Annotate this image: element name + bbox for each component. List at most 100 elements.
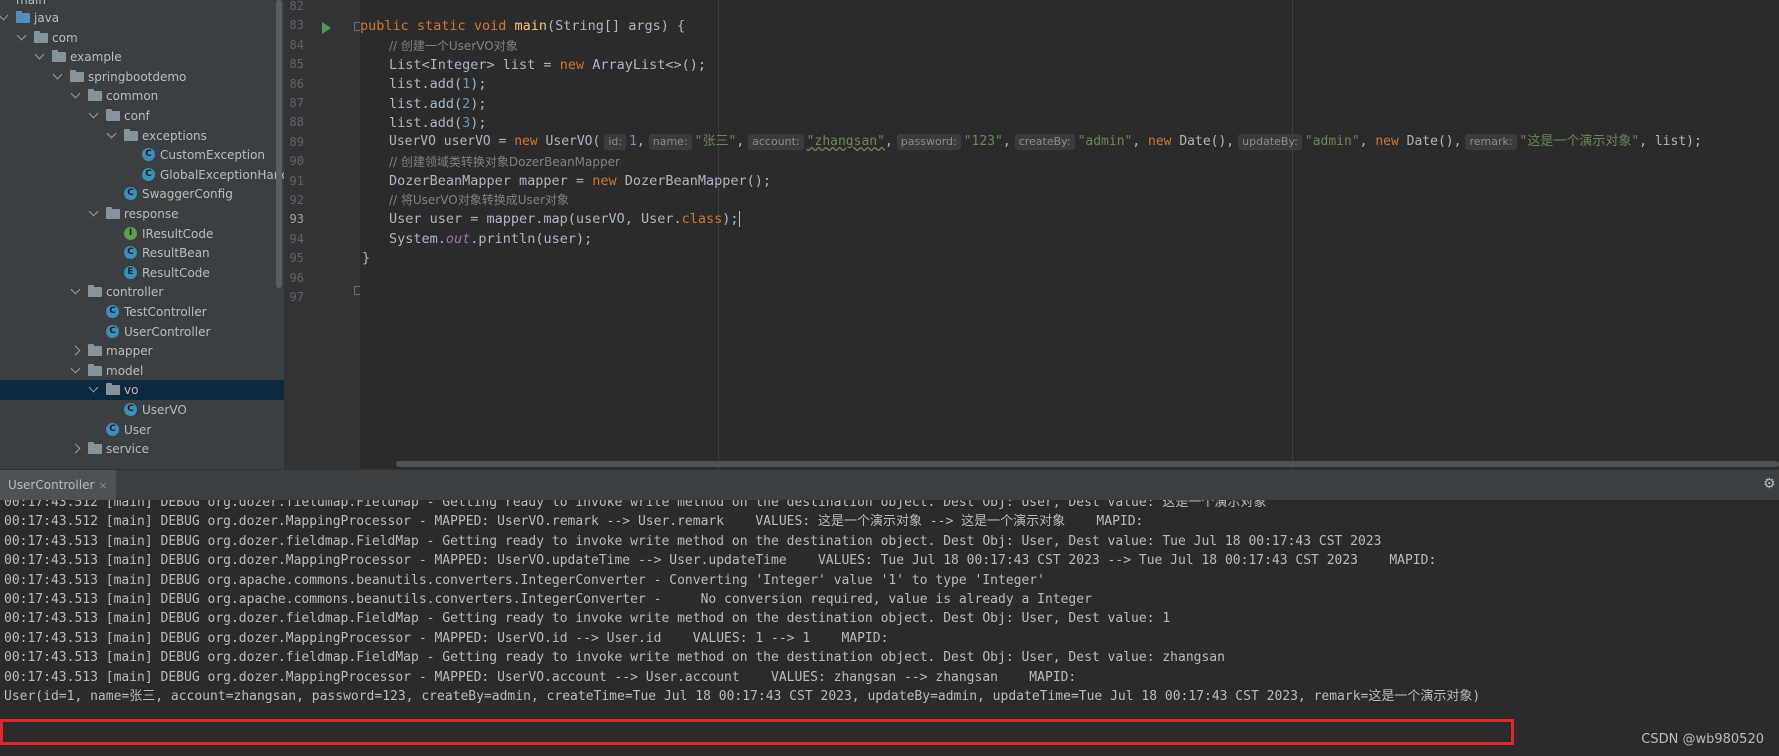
folder-icon bbox=[88, 89, 102, 102]
param-hint: createBy: bbox=[1014, 134, 1075, 150]
class-icon: C bbox=[124, 246, 137, 260]
project-tree[interactable]: main java com example springbootdemo common c… bbox=[0, 0, 284, 469]
keyword: void bbox=[473, 18, 515, 34]
close-icon[interactable]: × bbox=[98, 479, 107, 492]
comment: // 创建一个UserVO对象 bbox=[389, 39, 518, 53]
tree-item-testcontroller[interactable]: C TestController bbox=[0, 302, 284, 322]
number: 1 bbox=[629, 134, 637, 149]
tree-item-resultcode[interactable]: E ResultCode bbox=[0, 263, 284, 283]
code-text: } bbox=[362, 250, 371, 266]
gear-icon[interactable]: ⚙ bbox=[1763, 477, 1777, 491]
keyword: new bbox=[559, 57, 593, 73]
code-editor[interactable]: public static void main(String[] args) {… bbox=[360, 0, 1779, 469]
folder-icon bbox=[34, 30, 48, 43]
tree-item-label: model bbox=[106, 363, 144, 378]
code-line-93[interactable]: User user = mapper.map(userVO, User.clas… bbox=[389, 208, 740, 230]
code-text: System. bbox=[389, 231, 446, 247]
tree-item-vo[interactable]: vo bbox=[0, 380, 284, 401]
code-text: Date(), bbox=[1179, 134, 1235, 149]
tree-item-conf[interactable]: conf bbox=[0, 106, 284, 126]
chevron-down-icon[interactable] bbox=[70, 363, 81, 374]
chevron-down-icon[interactable] bbox=[70, 88, 81, 99]
tree-item-customexception[interactable]: C CustomException bbox=[0, 145, 284, 165]
run-console-output[interactable]: 00:17:43.512 [main] DEBUG org.dozer.fiel… bbox=[0, 500, 1779, 756]
tree-item-java[interactable]: java bbox=[0, 8, 284, 28]
run-tab-label: UserController bbox=[8, 478, 95, 492]
chevron-down-icon[interactable] bbox=[106, 128, 117, 139]
tree-item-uservo[interactable]: C UserVO bbox=[0, 400, 284, 420]
code-text: UserVO userVO = bbox=[389, 134, 515, 149]
class-icon: C bbox=[142, 167, 155, 181]
code-line-89[interactable]: UserVO userVO = new UserVO(id: 1, name: "张三… bbox=[389, 131, 1702, 153]
static-field: out bbox=[445, 231, 471, 247]
tree-item-user[interactable]: C User bbox=[0, 420, 284, 440]
code-line-94[interactable]: System.out.println(user); bbox=[389, 228, 592, 250]
code-line-95[interactable]: } bbox=[362, 247, 370, 269]
string: "这是一个演示对象" bbox=[1519, 134, 1640, 149]
class-icon: C bbox=[106, 305, 119, 318]
folder-icon bbox=[106, 207, 120, 219]
tree-item-resultbean[interactable]: C ResultBean bbox=[0, 243, 284, 263]
chevron-down-icon[interactable] bbox=[52, 69, 63, 80]
editor-horizontal-scrollbar[interactable] bbox=[396, 461, 1779, 467]
code-text: list.add( bbox=[389, 115, 463, 131]
tree-item-label: example bbox=[70, 50, 122, 65]
tree-item-model[interactable]: model bbox=[0, 361, 284, 381]
tree-item-controller[interactable]: controller bbox=[0, 282, 284, 302]
chevron-down-icon[interactable] bbox=[88, 382, 99, 393]
chevron-down-icon[interactable] bbox=[88, 206, 99, 217]
code-text: ); bbox=[470, 96, 487, 112]
tree-item-com[interactable]: com bbox=[0, 28, 284, 48]
tree-item-service[interactable]: service bbox=[0, 439, 284, 459]
code-line-86[interactable]: list.add(1); bbox=[389, 73, 487, 95]
tree-item-springbootdemo[interactable]: springbootdemo bbox=[0, 67, 284, 87]
tree-item-label: UserVO bbox=[142, 403, 187, 417]
keyword: static bbox=[416, 18, 474, 34]
run-main-icon[interactable] bbox=[322, 22, 331, 34]
folder-icon bbox=[106, 383, 120, 396]
code-text: DozerBeanMapper(); bbox=[624, 173, 772, 189]
class-icon: C bbox=[124, 403, 137, 416]
keyword: new bbox=[1375, 134, 1407, 149]
text-caret bbox=[738, 211, 740, 227]
tree-item-usercontroller[interactable]: C UserController bbox=[0, 322, 284, 342]
chevron-down-icon[interactable] bbox=[70, 284, 81, 295]
code-text: User user = mapper.map(userVO, User. bbox=[389, 211, 682, 227]
right-margin-guide bbox=[1292, 0, 1293, 469]
class-icon: C bbox=[124, 187, 137, 201]
watermark: CSDN @wb980520 bbox=[1641, 732, 1764, 747]
tree-item-example[interactable]: example bbox=[0, 47, 284, 67]
tree-item-common[interactable]: common bbox=[0, 86, 284, 106]
tree-item-label: TestController bbox=[124, 305, 207, 319]
keyword: class bbox=[681, 211, 723, 227]
tree-item-label: IResultCode bbox=[142, 226, 214, 241]
tree-item-label: ResultBean bbox=[142, 246, 210, 261]
tree-item-iresultcode[interactable]: I IResultCode bbox=[0, 224, 284, 244]
tree-scrollbar[interactable] bbox=[276, 0, 282, 288]
tree-item-globalexceptionhand[interactable]: C GlobalExceptionHand bbox=[0, 165, 284, 185]
chevron-down-icon[interactable] bbox=[88, 108, 99, 119]
code-text: ); bbox=[722, 211, 739, 227]
tree-item-mapper[interactable]: mapper bbox=[0, 341, 284, 361]
tree-item-response[interactable]: response bbox=[0, 204, 284, 224]
class-icon: C bbox=[142, 148, 155, 162]
code-line-83[interactable]: public static void main(String[] args) { bbox=[360, 15, 685, 37]
code-text: List<Integer> list = bbox=[389, 57, 560, 73]
tree-item-label: CustomException bbox=[160, 148, 266, 163]
tree-item-label: com bbox=[52, 30, 78, 45]
highlight-box bbox=[0, 719, 1514, 745]
comment: // 创建领域类转换对象DozerBeanMapper bbox=[389, 155, 620, 169]
enum-icon: E bbox=[124, 265, 137, 279]
tree-item-swaggerconfig[interactable]: C SwaggerConfig bbox=[0, 184, 284, 204]
folder-icon bbox=[88, 285, 102, 298]
chevron-right-icon[interactable] bbox=[70, 345, 81, 356]
run-tab-usercontroller[interactable]: UserController × bbox=[0, 470, 116, 500]
param-hint: password: bbox=[896, 134, 961, 150]
chevron-down-icon[interactable] bbox=[16, 30, 27, 41]
chevron-down-icon[interactable] bbox=[0, 10, 9, 21]
chevron-down-icon[interactable] bbox=[34, 49, 45, 60]
chevron-right-icon[interactable] bbox=[70, 443, 81, 454]
tree-item-label: vo bbox=[124, 383, 139, 398]
tree-item-exceptions[interactable]: exceptions bbox=[0, 126, 284, 146]
code-text: , list); bbox=[1639, 134, 1702, 149]
